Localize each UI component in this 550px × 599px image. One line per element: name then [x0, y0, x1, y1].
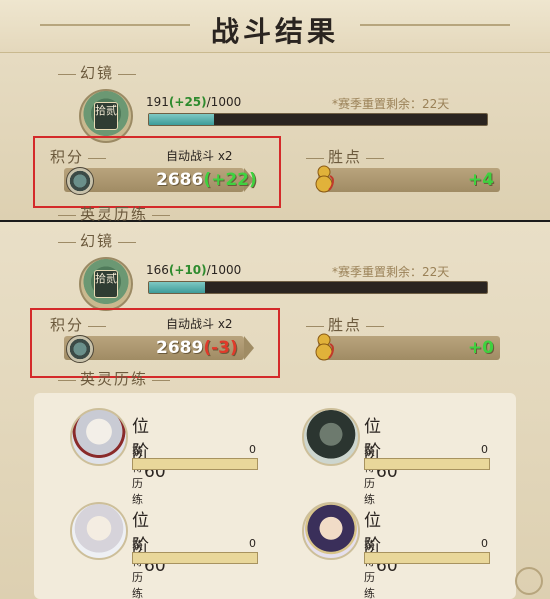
xp-readout: 166(+10)/1000	[146, 263, 242, 277]
victory-points-bar: +4	[318, 168, 500, 192]
hero-xp-label: 获得历练	[364, 539, 375, 599]
mirror-section-label: 幻镜	[54, 230, 140, 251]
hero-training-label: 英灵历练	[54, 368, 174, 389]
hero-xp-label: 获得历练	[132, 539, 143, 599]
hero-xp-value: 0	[481, 537, 488, 550]
hero-xp-label: 获得历练	[132, 445, 143, 506]
season-reset-text: *赛季重置剩余：22天	[332, 97, 450, 111]
victory-value: +4	[467, 170, 494, 190]
gourd-icon	[315, 333, 334, 361]
xp-progress-bar	[148, 113, 488, 126]
purple-crowned-hero-portrait-icon	[302, 502, 360, 560]
result-panel-first: 战斗结果 幻镜 拾贰 191(+25)/1000 *赛季重置剩余：22天 积分 …	[0, 0, 550, 224]
gourd-icon	[315, 165, 334, 193]
rank-badge: 拾贰	[94, 270, 118, 298]
battle-result-screen: 战斗结果 幻镜 拾贰 191(+25)/1000 *赛季重置剩余：22天 积分 …	[0, 0, 550, 599]
white-haired-hero-portrait-icon	[70, 408, 128, 466]
hero-xp-value: 0	[249, 537, 256, 550]
title-bar: 战斗结果	[0, 0, 550, 53]
hero-xp-bar	[132, 458, 258, 470]
hero-training-label: 英灵历练	[54, 203, 174, 224]
rank-emblem-icon: 拾贰	[79, 257, 133, 311]
hero-xp-label: 获得历练	[364, 445, 375, 506]
hero-xp-value: 0	[481, 443, 488, 456]
xp-readout: 191(+25)/1000	[146, 95, 242, 109]
hero-xp-bar	[364, 552, 490, 564]
xp-progress-fill	[149, 282, 205, 293]
silver-haired-hero-portrait-icon	[70, 502, 128, 560]
hero-xp-bar	[364, 458, 490, 470]
victory-value: +0	[467, 338, 494, 358]
xp-progress-fill	[149, 114, 214, 125]
rank-emblem-icon: 拾贰	[79, 89, 133, 143]
xp-progress-bar	[148, 281, 488, 294]
dark-bearded-hero-portrait-icon	[302, 408, 360, 466]
victory-points-bar: +0	[318, 336, 500, 360]
score-highlight-box	[33, 136, 281, 208]
hero-xp-value: 0	[249, 443, 256, 456]
season-reset-text: *赛季重置剩余：22天	[332, 265, 450, 279]
hero-xp-bar	[132, 552, 258, 564]
corner-ornament-icon	[515, 567, 543, 595]
page-title: 战斗结果	[210, 15, 339, 48]
mirror-section-label: 幻镜	[54, 62, 140, 83]
rank-badge: 拾贰	[94, 102, 118, 130]
